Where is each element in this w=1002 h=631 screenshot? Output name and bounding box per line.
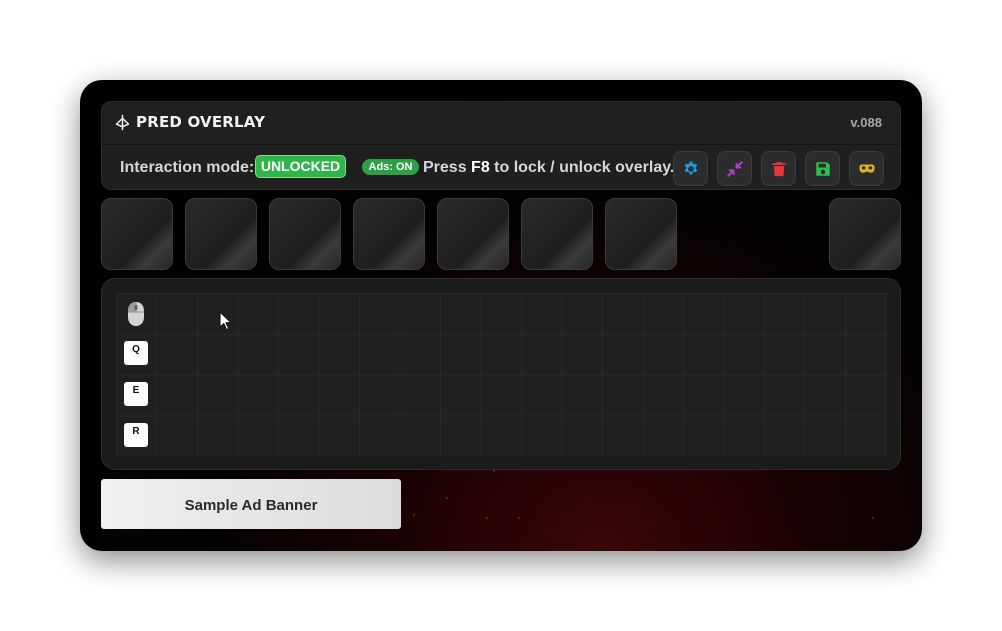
lock-hint-text: Press F8 to lock / unlock overlay.: [423, 159, 674, 177]
gear-icon: [684, 161, 698, 175]
key-chip-e: E: [124, 382, 148, 406]
ability-slot-2[interactable]: [185, 198, 257, 270]
key-chip-r: R: [124, 423, 148, 447]
background-sparkle: [413, 514, 415, 516]
background-sparkle: [518, 517, 520, 519]
timeline-panel: Q E R: [101, 278, 901, 470]
floppy-disk-icon: [816, 162, 830, 176]
ability-slot-4[interactable]: [353, 198, 425, 270]
hint-prefix: Press: [423, 159, 467, 176]
mode-bar: Interaction mode: UNLOCKED Ads: ON Press…: [102, 144, 900, 190]
background-sparkle: [486, 517, 488, 519]
header-panel: PRED OVERLAY v.088 Interaction mode: UNL…: [101, 101, 901, 190]
settings-button[interactable]: [673, 151, 708, 186]
compress-arrows-icon: [727, 161, 743, 177]
logo-icon: [115, 114, 130, 131]
trash-icon: [772, 162, 786, 177]
background-sparkle: [872, 517, 874, 519]
mouse-icon: [128, 302, 144, 326]
interaction-mode-label: Interaction mode:: [120, 159, 255, 176]
minimize-button[interactable]: [717, 151, 752, 186]
sample-ad-banner[interactable]: Sample Ad Banner: [101, 479, 401, 529]
version-label: v.088: [850, 115, 882, 130]
save-button[interactable]: [805, 151, 840, 186]
ability-slot-1[interactable]: [101, 198, 173, 270]
ads-toggle-badge[interactable]: Ads: ON: [362, 159, 419, 175]
ability-slot-7[interactable]: [605, 198, 677, 270]
ability-slot-5[interactable]: [437, 198, 509, 270]
mask-icon: [859, 164, 875, 173]
hint-key: F8: [471, 159, 490, 176]
key-chip-q: Q: [124, 341, 148, 365]
hint-suffix: to lock / unlock overlay.: [494, 159, 675, 176]
delete-button[interactable]: [761, 151, 796, 186]
ability-slot-6[interactable]: [521, 198, 593, 270]
ability-slot-extra[interactable]: [829, 198, 901, 270]
ability-slot-3[interactable]: [269, 198, 341, 270]
background-sparkle: [446, 497, 448, 499]
view-mode-button[interactable]: [849, 151, 884, 186]
background-sparkle: [493, 470, 495, 472]
mouse-cursor-icon: [219, 311, 232, 331]
title-bar[interactable]: PRED OVERLAY v.088: [102, 102, 900, 145]
app-title: PRED OVERLAY: [136, 113, 266, 131]
mode-status-badge[interactable]: UNLOCKED: [255, 155, 346, 178]
